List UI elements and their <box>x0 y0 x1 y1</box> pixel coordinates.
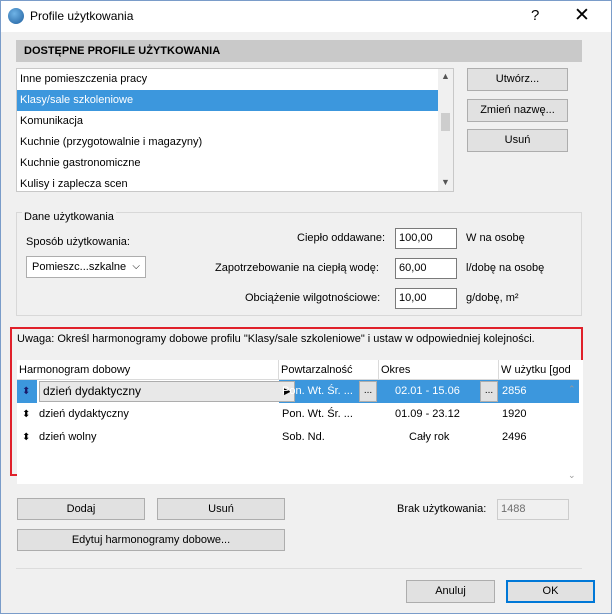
hours-value: 2856 <box>502 385 527 397</box>
humidity-label: Obciążenie wilgotnościowe: <box>245 292 381 304</box>
period-value: 01.09 - 23.12 <box>395 408 460 420</box>
scroll-up-icon[interactable]: ▲ <box>441 71 450 81</box>
mode-label: Sposób użytkowania: <box>26 236 130 248</box>
footer-divider <box>16 568 582 569</box>
repeat-value: Pon. Wt. Śr. ... <box>282 408 353 420</box>
profiles-list[interactable]: Inne pomieszczenia pracy Klasy/sale szko… <box>16 68 454 192</box>
repeat-value: Pon. Wt. Śr. ... <box>282 385 353 397</box>
period-value: Cały rok <box>409 431 450 443</box>
close-icon[interactable]: ✕ <box>574 4 590 27</box>
schedules-note: Uwaga: Określ harmonogramy dobowe profil… <box>17 333 535 345</box>
column-header-period[interactable]: Okres <box>379 360 499 380</box>
table-scrollbar[interactable]: ⌃ ⌄ <box>566 384 580 484</box>
heat-field[interactable]: 100,00 <box>395 228 457 249</box>
water-unit: l/dobę na osobę <box>466 262 545 274</box>
humidity-unit: g/dobę, m² <box>466 292 519 304</box>
table-row[interactable]: ⬍ dzień dydaktyczny Pon. Wt. Śr. ... 01.… <box>17 403 579 426</box>
heat-unit: W na osobę <box>466 232 525 244</box>
list-scrollbar[interactable]: ▲ ▼ <box>438 69 453 191</box>
column-header-hours[interactable]: W użytku [god <box>499 360 579 380</box>
chevron-down-icon: ⌵ <box>132 261 140 272</box>
list-item[interactable]: Komunikacja <box>17 111 439 132</box>
table-row-selected[interactable]: ⬍ dzień dydaktyczny ▶ Pon. Wt. Śr. ... .… <box>17 380 579 403</box>
period-value: 02.01 - 15.06 <box>395 385 460 397</box>
scroll-thumb[interactable] <box>441 113 450 131</box>
rename-button[interactable]: Zmień nazwę... <box>467 99 568 122</box>
list-item[interactable]: Kuchnie (przygotowalnie i magazyny) <box>17 132 439 153</box>
scroll-up-icon[interactable]: ⌃ <box>568 384 576 395</box>
schedule-name: dzień wolny <box>39 431 97 443</box>
hours-value: 1920 <box>502 408 527 420</box>
cancel-button[interactable]: Anuluj <box>406 580 495 603</box>
list-item[interactable]: Inne pomieszczenia pracy <box>17 69 439 90</box>
mode-select[interactable]: Pomieszc...szkalne ⌵ <box>26 256 146 278</box>
help-button[interactable]: ? <box>531 7 539 24</box>
profiles-header: DOSTĘPNE PROFILE UŻYTKOWANIA <box>16 40 582 62</box>
usage-data-title: Dane użytkowania <box>22 211 116 223</box>
water-field[interactable]: 60,00 <box>395 258 457 279</box>
column-header-schedule[interactable]: Harmonogram dobowy <box>17 360 279 380</box>
mode-value: Pomieszc...szkalne <box>32 261 127 273</box>
add-schedule-button[interactable]: Dodaj <box>17 498 145 520</box>
repeat-value: Sob. Nd. <box>282 431 325 443</box>
app-icon <box>8 8 24 24</box>
create-button[interactable]: Utwórz... <box>467 68 568 91</box>
schedules-table: Harmonogram dobowy Powtarzalność Okres W… <box>17 360 583 484</box>
list-item[interactable]: Kuchnie gastronomiczne <box>17 153 439 174</box>
column-header-repeat[interactable]: Powtarzalność <box>279 360 379 380</box>
reorder-handle-icon[interactable]: ⬍ <box>22 403 30 426</box>
water-label: Zapotrzebowanie na ciepłą wodę: <box>215 262 379 274</box>
title-bar: Profile użytkowania ? ✕ <box>0 0 612 32</box>
schedule-name: dzień dydaktyczny <box>39 408 129 420</box>
scroll-down-icon[interactable]: ⌄ <box>568 470 576 481</box>
list-item-selected[interactable]: Klasy/sale szkoleniowe <box>17 90 439 111</box>
edit-schedules-button[interactable]: Edytuj harmonogramy dobowe... <box>17 529 285 551</box>
table-row[interactable]: ⬍ dzień wolny Sob. Nd. Cały rok 2496 <box>17 426 579 449</box>
delete-profile-button[interactable]: Usuń <box>467 129 568 152</box>
reorder-handle-icon[interactable]: ⬍ <box>22 380 30 403</box>
schedule-name: dzień dydaktyczny <box>43 384 142 398</box>
scroll-down-icon[interactable]: ▼ <box>441 177 450 187</box>
no-use-field: 1488 <box>497 499 569 520</box>
hours-value: 2496 <box>502 431 527 443</box>
humidity-field[interactable]: 10,00 <box>395 288 457 309</box>
period-edit-button[interactable]: ... <box>480 381 498 402</box>
repeat-edit-button[interactable]: ... <box>359 381 377 402</box>
list-item[interactable]: Kulisy i zaplecza scen <box>17 174 439 191</box>
heat-label: Ciepło oddawane: <box>297 232 386 244</box>
schedule-select[interactable]: dzień dydaktyczny ▶ <box>39 381 295 402</box>
window-title: Profile użytkowania <box>30 9 134 23</box>
reorder-handle-icon[interactable]: ⬍ <box>22 426 30 449</box>
ok-button[interactable]: OK <box>506 580 595 603</box>
no-use-label: Brak użytkowania: <box>397 503 487 515</box>
delete-schedule-button[interactable]: Usuń <box>157 498 285 520</box>
